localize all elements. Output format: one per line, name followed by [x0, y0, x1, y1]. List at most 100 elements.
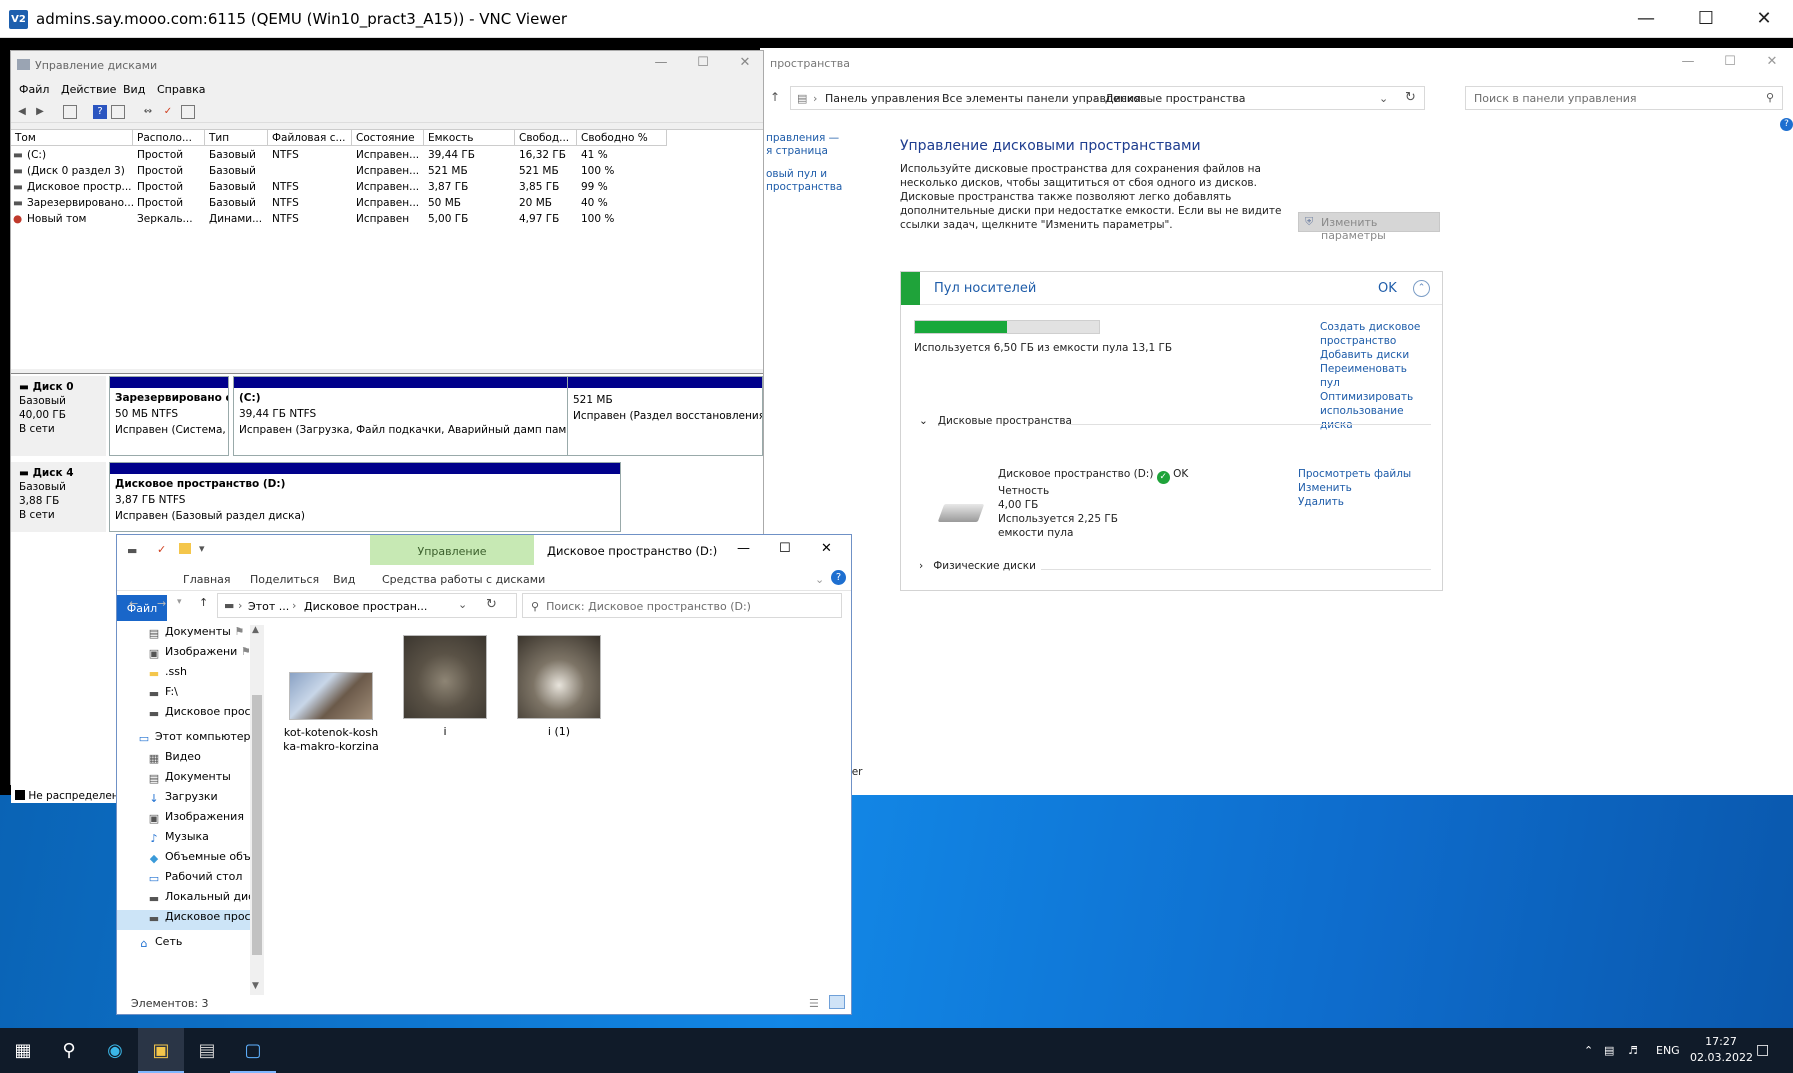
minimize-button[interactable]: —	[1617, 0, 1675, 38]
delete-space-link[interactable]: Удалить	[1298, 495, 1411, 509]
nav-item[interactable]: ↓ Загрузки	[147, 790, 265, 810]
nav-item[interactable]: ▭ Рабочий стол	[147, 870, 265, 890]
task-link[interactable]: пространства	[766, 181, 842, 194]
nav-item[interactable]: ▬ Дисковое прост	[117, 910, 250, 930]
nav-item[interactable]: ♪ Музыка	[147, 830, 265, 850]
nav-item[interactable]: ▬ Дисковое прост	[147, 705, 265, 725]
rename-pool-link[interactable]: Переименовать пул	[1320, 362, 1430, 390]
minimize-button[interactable]: —	[1668, 54, 1708, 69]
change-space-link[interactable]: Изменить	[1298, 481, 1411, 495]
nav-item[interactable]: ▬ F:\	[147, 685, 265, 705]
disk-label[interactable]: ▬ Диск 0 Базовый 40,00 ГБ В сети	[11, 376, 106, 456]
partition[interactable]: Дисковое пространство (D:) 3,87 ГБ NTFS …	[109, 462, 621, 532]
language-indicator[interactable]: ENG	[1656, 1028, 1680, 1073]
recent-locations-icon[interactable]: ▾	[177, 597, 182, 607]
connect-icon[interactable]: ↭	[141, 105, 155, 119]
tab-manage[interactable]: Управление	[370, 535, 534, 565]
nav-item[interactable]: ▦ Видео	[147, 750, 265, 770]
nav-item[interactable]: ▣ Изображения	[147, 810, 265, 830]
nav-item[interactable]: ⌂ Сеть	[137, 935, 255, 955]
minimize-button[interactable]: —	[641, 55, 681, 70]
properties-icon[interactable]: ✓	[157, 543, 166, 556]
partition[interactable]: (C:) 39,44 ГБ NTFS Исправен (Загрузка, Ф…	[233, 376, 576, 456]
help-icon[interactable]: ?	[93, 105, 107, 119]
file-item[interactable]: kot-kotenok-koshka-makro-korzina	[281, 672, 381, 754]
properties-icon[interactable]	[111, 105, 125, 119]
search-input[interactable]: ⚲ Поиск: Дисковое пространство (D:)	[522, 593, 842, 618]
column-header[interactable]: Свобод...	[515, 130, 577, 146]
table-cell[interactable]: Новый том	[23, 212, 133, 228]
partition[interactable]: Зарезервировано с 50 МБ NTFS Исправен (С…	[109, 376, 229, 456]
scroll-down-icon[interactable]: ▼	[252, 981, 259, 991]
table-cell[interactable]: (Диск 0 раздел 3)	[23, 164, 133, 180]
nav-item[interactable]: ◆ Объемные объ	[147, 850, 265, 870]
start-icon[interactable]: ▦	[0, 1028, 46, 1073]
pin-icon[interactable]: ⚑	[231, 625, 244, 638]
physical-drives-toggle[interactable]: › Физические диски	[919, 560, 1036, 572]
column-header[interactable]: Тип	[205, 130, 268, 146]
chevron-down-icon[interactable]: ⌄	[458, 598, 467, 611]
minimize-button[interactable]: —	[737, 541, 750, 556]
new-folder-icon[interactable]	[179, 543, 191, 554]
column-header[interactable]: Емкость	[424, 130, 515, 146]
table-cell[interactable]: (C:)	[23, 148, 133, 164]
tab-home[interactable]: Главная	[183, 573, 231, 586]
file-explorer-icon[interactable]: ▣	[138, 1028, 184, 1073]
up-arrow-icon[interactable]: ↑	[199, 596, 208, 609]
back-icon[interactable]: ◀	[15, 105, 29, 119]
view-files-link[interactable]: Просмотреть файлы	[1298, 467, 1411, 481]
breadcrumb-item[interactable]: Этот ...	[248, 600, 289, 613]
nav-item[interactable]: ▤ Документы ⚑	[147, 625, 265, 645]
scroll-up-icon[interactable]: ▲	[252, 625, 259, 635]
collapse-icon[interactable]: ⌃	[1413, 280, 1430, 297]
expand-ribbon-icon[interactable]: ⌄	[815, 573, 824, 586]
refresh-icon[interactable]: ↻	[486, 597, 497, 612]
nav-scrollbar[interactable]: ▲ ▼	[250, 625, 264, 995]
forward-icon[interactable]: ▶	[33, 105, 47, 119]
help-icon[interactable]: ?	[1780, 118, 1793, 131]
details-view-icon[interactable]: ☰	[809, 997, 819, 1010]
close-button[interactable]: ✕	[1735, 0, 1793, 38]
close-button[interactable]: ✕	[1752, 54, 1792, 69]
table-cell[interactable]: Дисковое простр...	[23, 180, 133, 196]
column-header[interactable]: Состояние	[352, 130, 424, 146]
task-link[interactable]: я страница	[766, 145, 842, 158]
close-button[interactable]: ✕	[821, 541, 832, 556]
menu-action[interactable]: Действие	[61, 83, 116, 96]
search-input[interactable]: Поиск в панели управления ⚲	[1465, 86, 1783, 110]
breadcrumb-item[interactable]: Дисковые пространства	[1105, 92, 1246, 105]
tab-view[interactable]: Вид	[333, 573, 355, 586]
refresh-icon[interactable]: ↻	[1405, 90, 1416, 105]
network-icon[interactable]: ▤	[1604, 1028, 1614, 1073]
large-icons-view-icon[interactable]	[829, 995, 845, 1009]
show-hidden-icons-icon[interactable]: ⌃	[1584, 1028, 1593, 1073]
pin-icon[interactable]: ⚑	[237, 645, 251, 658]
console-tree-icon[interactable]	[63, 105, 77, 119]
file-item[interactable]: i	[395, 635, 495, 739]
breadcrumb-item[interactable]: Дисковое простран...	[304, 600, 427, 613]
nav-item[interactable]: ▭ Этот компьютер	[137, 730, 255, 750]
disk-management-icon[interactable]: ▢	[230, 1028, 276, 1073]
up-arrow-icon[interactable]: ↑	[770, 90, 780, 104]
change-settings-button[interactable]: ⛨ Изменить параметры	[1298, 212, 1440, 242]
menu-file[interactable]: Файл	[19, 83, 49, 96]
spaces-section-toggle[interactable]: ⌄ Дисковые пространства	[919, 415, 1072, 427]
help-icon[interactable]: ?	[831, 570, 846, 585]
task-link[interactable]: овый пул и	[766, 168, 842, 181]
table-cell[interactable]: Зарезервировано...	[23, 196, 133, 212]
back-icon[interactable]: ←	[129, 597, 138, 610]
forward-icon[interactable]: →	[157, 597, 166, 610]
menu-view[interactable]: Вид	[123, 83, 145, 96]
disk-label[interactable]: ▬ Диск 4 Базовый 3,88 ГБ В сети	[11, 462, 106, 532]
nav-item[interactable]: ▣ Изображени ⚑	[147, 645, 265, 665]
add-drives-link[interactable]: Добавить диски	[1320, 348, 1430, 362]
partition[interactable]: 521 МБ Исправен (Раздел восстановления)	[567, 376, 763, 456]
check-icon[interactable]: ✓	[161, 105, 175, 119]
edge-icon[interactable]: ◉	[92, 1028, 138, 1073]
breadcrumb-item[interactable]: Панель управления	[825, 92, 940, 105]
column-header[interactable]: Файловая с...	[268, 130, 352, 146]
task-link[interactable]: правления —	[766, 132, 842, 145]
tab-drive-tools[interactable]: Средства работы с дисками	[382, 573, 545, 586]
menu-help[interactable]: Справка	[157, 83, 205, 96]
maximize-button[interactable]: ☐	[1677, 0, 1735, 38]
